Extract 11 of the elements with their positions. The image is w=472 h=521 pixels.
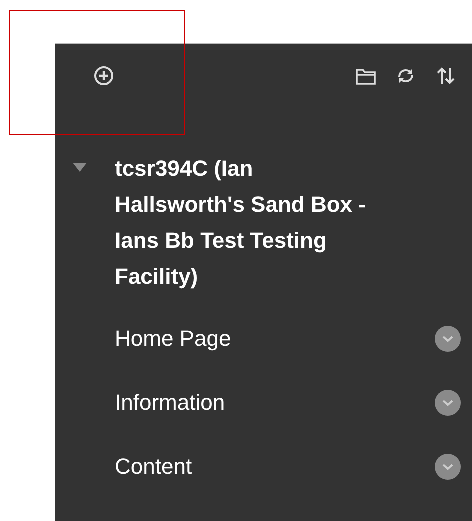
sort-arrows-icon xyxy=(435,65,457,87)
menu-item-link[interactable]: Information xyxy=(115,390,435,416)
expand-triangle-icon[interactable] xyxy=(73,163,87,172)
menu-item-link[interactable]: Content xyxy=(115,454,435,480)
menu-item-link[interactable]: Home Page xyxy=(115,326,435,352)
chevron-down-icon[interactable] xyxy=(435,454,461,480)
course-title: tcsr394C (Ian Hallsworth's Sand Box - Ians Bb Test Testing Facility) xyxy=(115,155,367,291)
add-circle-button[interactable] xyxy=(92,64,116,88)
chevron-down-icon[interactable] xyxy=(435,326,461,352)
add-circle-icon xyxy=(93,65,115,87)
chevron-down-icon[interactable] xyxy=(435,390,461,416)
